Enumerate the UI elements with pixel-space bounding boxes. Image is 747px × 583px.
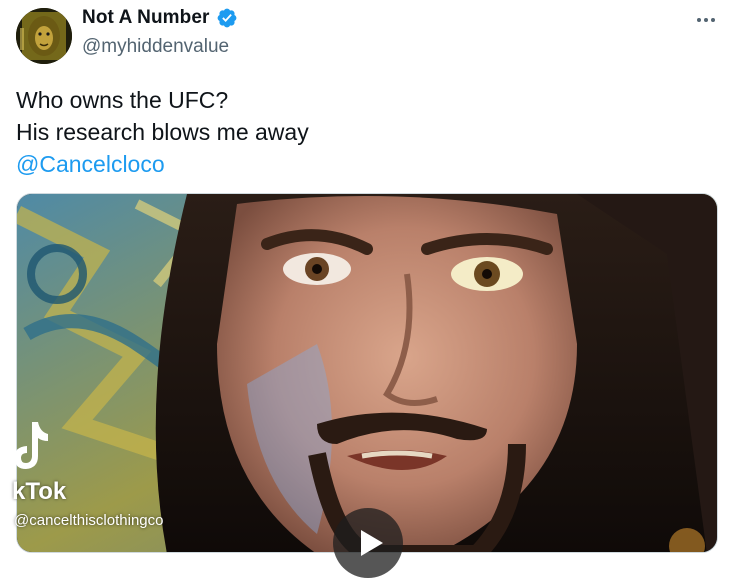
tiktok-logo-icon: [14, 422, 48, 469]
tweet-line-2: His research blows me away: [16, 119, 309, 145]
play-button[interactable]: [333, 508, 403, 578]
video-media[interactable]: [16, 193, 718, 553]
author-avatar[interactable]: [16, 8, 72, 64]
verified-badge-icon: [216, 7, 238, 29]
video-frame-image: [17, 194, 717, 552]
author-handle[interactable]: @myhiddenvalue: [82, 36, 229, 58]
mention-link[interactable]: @Cancelcloco: [16, 148, 309, 180]
lion-avatar-icon: [16, 8, 72, 64]
author-name-row[interactable]: Not A Number: [82, 7, 238, 29]
tweet-line-1: Who owns the UFC?: [16, 87, 229, 113]
tweet-text: Who owns the UFC? His research blows me …: [16, 84, 309, 180]
more-options-button[interactable]: [690, 8, 722, 32]
play-icon: [361, 530, 383, 556]
author-display-name[interactable]: Not A Number: [82, 7, 210, 29]
tiktok-watermark-handle: @cancelthisclothingco: [14, 512, 164, 529]
tiktok-watermark-text: kTok: [12, 478, 67, 505]
more-horizontal-icon: [697, 18, 715, 22]
